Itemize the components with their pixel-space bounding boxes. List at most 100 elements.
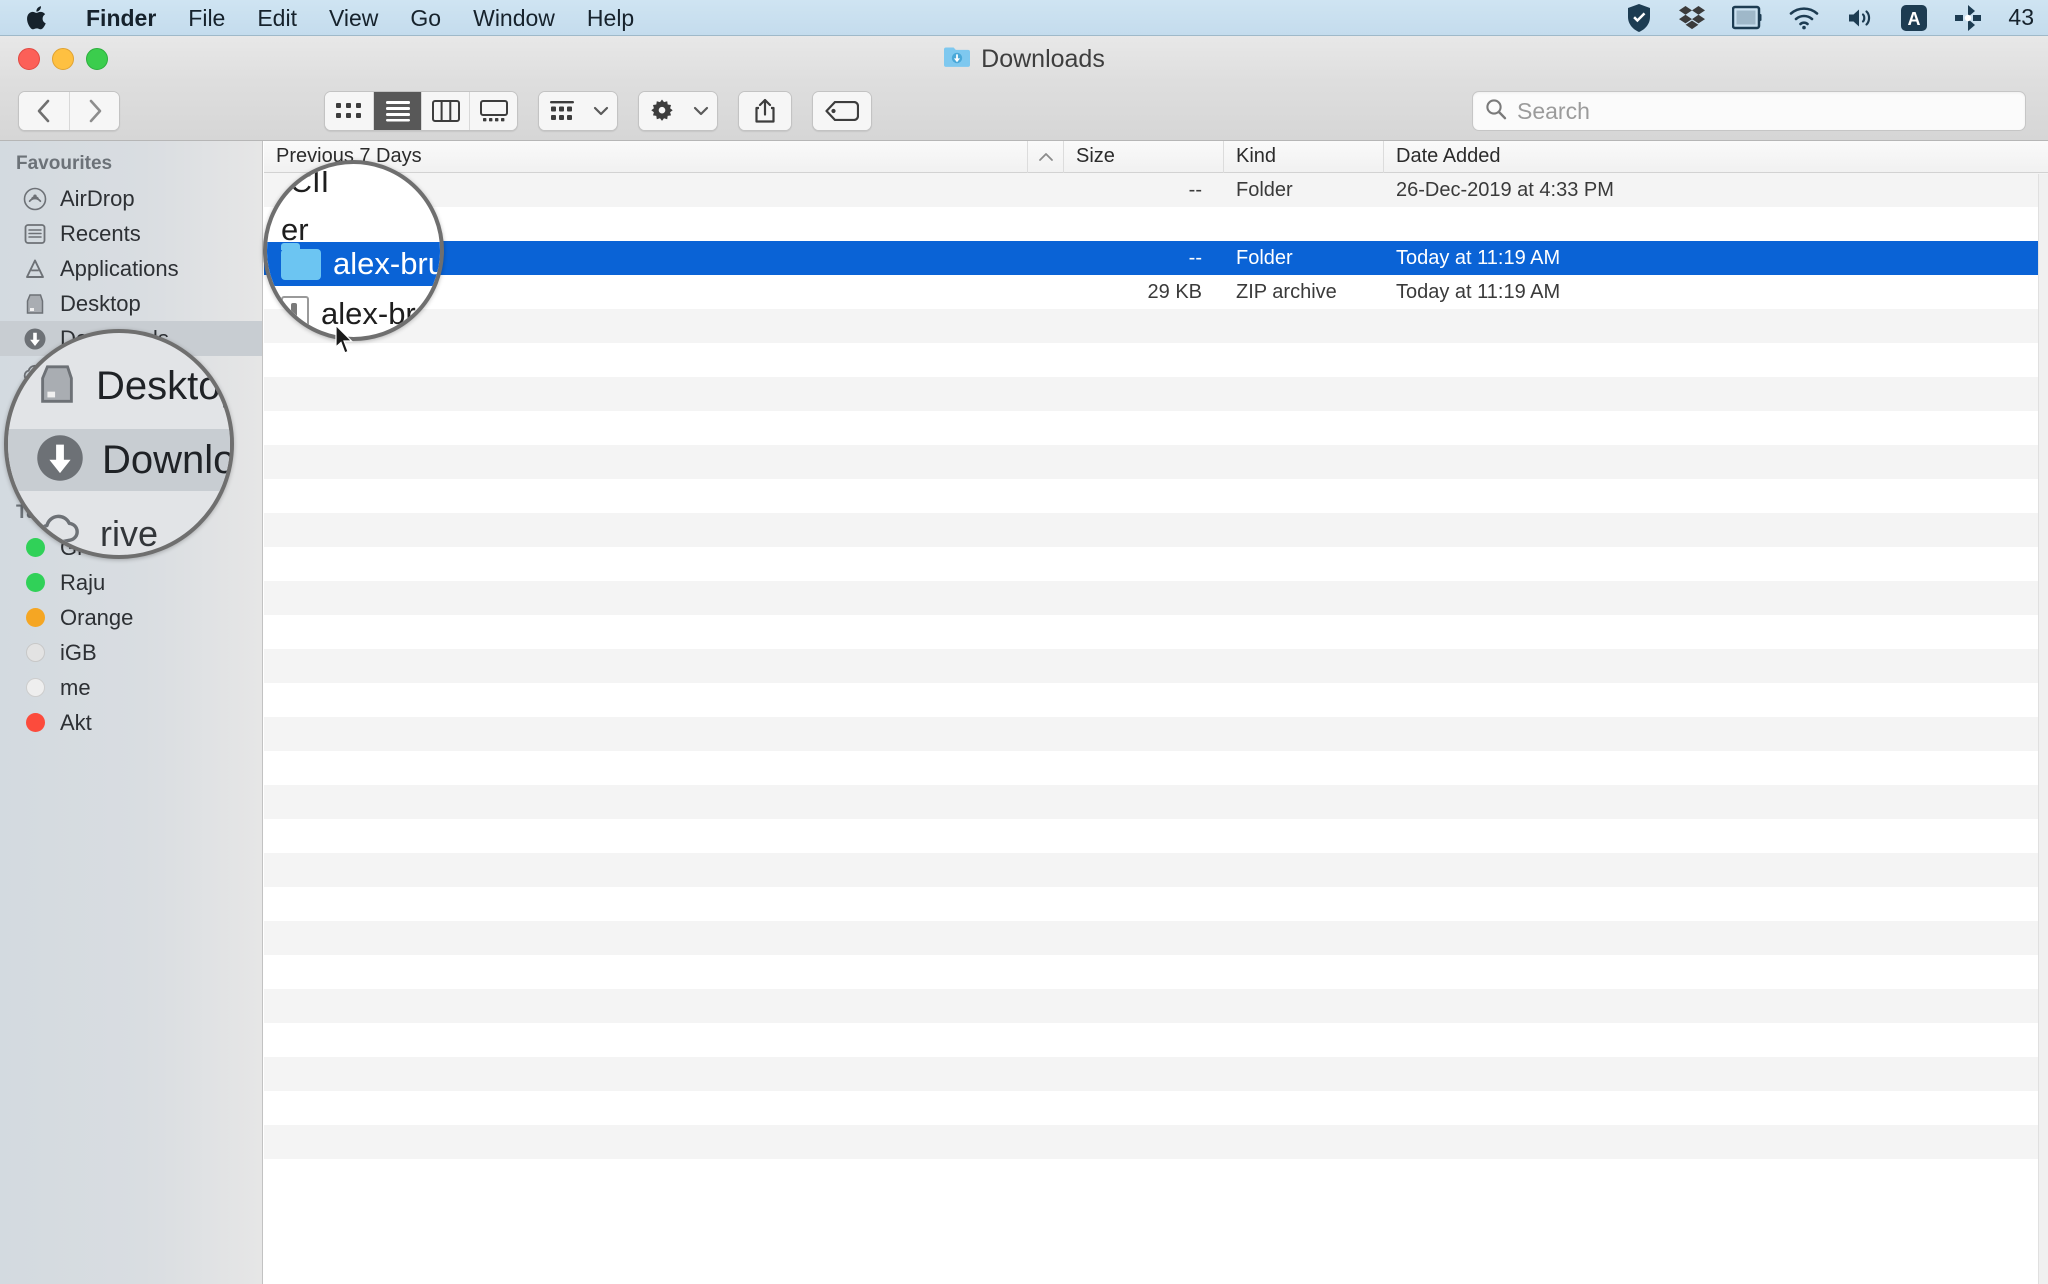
- sidebar-item-label: Desktop: [60, 290, 141, 316]
- menu-item-go[interactable]: Go: [394, 1, 457, 35]
- tags-button[interactable]: [813, 92, 871, 130]
- volume-icon[interactable]: [1846, 6, 1874, 30]
- table-row-empty[interactable]: [264, 1159, 2048, 1193]
- table-row-empty[interactable]: [264, 1125, 2048, 1159]
- display-icon[interactable]: [1732, 5, 1762, 31]
- tag-dot-icon: [22, 570, 48, 596]
- dropbox-icon[interactable]: [1678, 5, 1706, 31]
- table-row[interactable]: alex-brush 29 KB ZIP archive Today at 11…: [264, 275, 2048, 309]
- column-header-date-added[interactable]: Date Added: [1384, 141, 2048, 173]
- table-row-empty[interactable]: [264, 581, 2048, 615]
- arrange-button-group: [538, 91, 618, 131]
- menu-item-file[interactable]: File: [172, 1, 241, 35]
- toolbar: Search: [0, 82, 2048, 141]
- back-button[interactable]: [19, 92, 69, 130]
- view-mode-buttons: [324, 91, 518, 131]
- window-titlebar[interactable]: Downloads: [0, 36, 2048, 82]
- search-input[interactable]: Search: [1472, 91, 2026, 131]
- table-row-empty[interactable]: [264, 343, 2048, 377]
- applications-icon: [22, 256, 48, 282]
- column-header-kind[interactable]: Kind: [1224, 141, 1384, 173]
- menu-item-window[interactable]: Window: [457, 1, 571, 35]
- sort-ascending-icon[interactable]: [1028, 141, 1064, 173]
- sidebar-tag-igb[interactable]: iGB: [0, 635, 262, 670]
- table-row[interactable]: [264, 207, 2048, 241]
- table-row-empty[interactable]: [264, 411, 2048, 445]
- table-row-empty[interactable]: [264, 547, 2048, 581]
- finder-window: Downloads Search Favourites AirDrop Rece…: [0, 36, 2048, 1284]
- arrange-button[interactable]: [539, 92, 585, 130]
- table-row-empty[interactable]: [264, 751, 2048, 785]
- table-row-empty[interactable]: [264, 989, 2048, 1023]
- lens-row-selected: alex-brush: [267, 242, 444, 286]
- table-row-empty[interactable]: [264, 1057, 2048, 1091]
- share-button[interactable]: [739, 92, 791, 130]
- row-gap: [1028, 173, 1064, 207]
- list-view-button[interactable]: [373, 92, 421, 130]
- wifi-icon[interactable]: [1788, 6, 1820, 30]
- table-row-empty[interactable]: [264, 887, 2048, 921]
- table-row-empty[interactable]: [264, 1091, 2048, 1125]
- table-row-empty[interactable]: [264, 717, 2048, 751]
- table-row-selected[interactable]: alex-brush -- Folder Today at 11:19 AM: [264, 241, 2048, 275]
- desktop-icon: [22, 291, 48, 317]
- table-row-empty[interactable]: [264, 649, 2048, 683]
- sidebar-item-airdrop[interactable]: AirDrop: [0, 181, 262, 216]
- forward-button[interactable]: [69, 92, 119, 130]
- empty-rows-area: [264, 309, 2048, 1193]
- table-row-empty[interactable]: [264, 479, 2048, 513]
- table-row-empty[interactable]: [264, 921, 2048, 955]
- table-row-empty[interactable]: [264, 377, 2048, 411]
- row-gap: [1028, 207, 1064, 241]
- shield-check-icon[interactable]: [1626, 3, 1652, 33]
- table-row-empty[interactable]: [264, 785, 2048, 819]
- sidebar-tag-orange[interactable]: Orange: [0, 600, 262, 635]
- file-size-cell: --: [1188, 246, 1202, 269]
- column-view-button[interactable]: [421, 92, 469, 130]
- table-row-empty[interactable]: [264, 853, 2048, 887]
- menu-bar-clock[interactable]: 43: [2008, 4, 2038, 31]
- lens-file-label: alex-brush: [333, 246, 444, 281]
- window-controls: [18, 48, 108, 70]
- sidebar-item-label: me: [60, 674, 91, 700]
- sidebar-tag-me[interactable]: me: [0, 670, 262, 705]
- downloads-folder-icon: [943, 45, 971, 74]
- sidebar-item-applications[interactable]: Applications: [0, 251, 262, 286]
- action-chevron-down-icon[interactable]: [685, 92, 717, 130]
- menu-item-view[interactable]: View: [313, 1, 394, 35]
- minimize-button[interactable]: [52, 48, 74, 70]
- lens-sidebar-label: Desktop: [96, 363, 234, 408]
- input-source-a-icon[interactable]: A: [1900, 4, 1928, 32]
- apple-logo-icon[interactable]: [26, 4, 50, 32]
- table-row[interactable]: -- Folder 26-Dec-2019 at 4:33 PM: [264, 173, 2048, 207]
- column-header-size[interactable]: Size: [1064, 141, 1224, 173]
- table-row-empty[interactable]: [264, 445, 2048, 479]
- menu-bar-tray: A 43: [1626, 3, 2048, 33]
- table-row-empty[interactable]: [264, 819, 2048, 853]
- table-row-empty[interactable]: [264, 615, 2048, 649]
- bluetooth-transfer-icon[interactable]: [1954, 4, 1982, 32]
- downloads-icon: [22, 326, 48, 352]
- gallery-view-button[interactable]: [469, 92, 517, 130]
- menu-item-help[interactable]: Help: [571, 1, 650, 35]
- menu-item-edit[interactable]: Edit: [241, 1, 313, 35]
- table-row-empty[interactable]: [264, 1023, 2048, 1057]
- sidebar-tag-akt[interactable]: Akt: [0, 705, 262, 740]
- action-gear-button[interactable]: [639, 92, 685, 130]
- sidebar-item-label: AirDrop: [60, 185, 135, 211]
- sidebar-item-recents[interactable]: Recents: [0, 216, 262, 251]
- zoom-button[interactable]: [86, 48, 108, 70]
- table-row-empty[interactable]: [264, 513, 2048, 547]
- lens-sidebar-item-desktop: Desktop: [8, 355, 234, 417]
- icon-view-button[interactable]: [325, 92, 373, 130]
- table-row-empty[interactable]: [264, 955, 2048, 989]
- sidebar-tag-raju[interactable]: Raju: [0, 565, 262, 600]
- table-row-empty[interactable]: [264, 309, 2048, 343]
- sidebar-item-desktop[interactable]: Desktop: [0, 286, 262, 321]
- vertical-scrollbar[interactable]: [2038, 174, 2048, 1284]
- lens-sidebar-item-icloud-drive: rive: [8, 503, 230, 555]
- close-button[interactable]: [18, 48, 40, 70]
- arrange-chevron-down-icon[interactable]: [585, 92, 617, 130]
- menu-item-finder[interactable]: Finder: [70, 1, 172, 35]
- table-row-empty[interactable]: [264, 683, 2048, 717]
